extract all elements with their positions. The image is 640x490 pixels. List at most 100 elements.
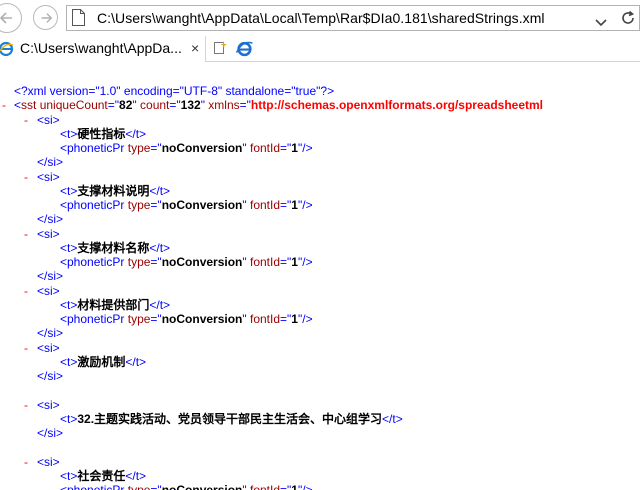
string-text: 社会责任 <box>77 469 126 483</box>
string-text: 支撑材料说明 <box>77 184 150 198</box>
string-text: 32.主题实践活动、党员领导干部民主生活会、中心组学习 <box>77 412 383 426</box>
attr-value: noConversion <box>161 141 243 155</box>
attr-value: 1 <box>291 141 298 155</box>
t-open-tag: <t> <box>60 355 78 369</box>
address-bar-row: C:\Users\wanght\AppData\Local\Temp\Rar$D… <box>0 0 640 36</box>
xml-declaration: <?xml version="1.0" encoding="UTF-8" sta… <box>14 84 335 98</box>
si-close-line: </si> <box>37 426 63 440</box>
ie-tab-button[interactable] <box>233 37 255 59</box>
t-line: <t>材料提供部门</t> <box>60 298 170 312</box>
t-line: <t>支撑材料说明</t> <box>60 184 170 198</box>
attr-value: 82 <box>119 98 133 112</box>
phonetic-tag: <phoneticPr <box>60 255 125 269</box>
close-icon[interactable]: × <box>191 40 199 56</box>
attr-name: fontId <box>249 198 281 212</box>
si-open-tag: <si> <box>37 341 60 355</box>
phonetic-tag: <phoneticPr <box>60 198 125 212</box>
t-close-tag: </t> <box>149 184 171 198</box>
tab-active[interactable]: C:\Users\wanght\AppDa... × <box>0 36 206 62</box>
attr-name: type <box>127 255 151 269</box>
phonetic-tag: <phoneticPr <box>60 483 125 490</box>
t-line: <t>激励机制</t> <box>60 355 146 369</box>
t-open-tag: <t> <box>60 184 78 198</box>
t-open-tag: <t> <box>60 298 78 312</box>
address-text[interactable]: C:\Users\wanght\AppData\Local\Temp\Rar$D… <box>97 10 545 26</box>
phonetic-tag: <phoneticPr <box>60 141 125 155</box>
back-button[interactable] <box>0 3 22 33</box>
attr-value: 1 <box>291 312 298 326</box>
tag-bracket: /> <box>302 255 313 269</box>
attr-name: fontId <box>249 141 281 155</box>
address-box[interactable]: C:\Users\wanght\AppData\Local\Temp\Rar$D… <box>66 5 640 31</box>
collapse-toggle[interactable]: - <box>24 227 28 241</box>
attr-name: xmlns <box>208 98 240 112</box>
arrow-right-icon <box>41 12 52 23</box>
attr-name: fontId <box>249 255 281 269</box>
tag-bracket: /> <box>302 198 313 212</box>
forward-button[interactable] <box>33 5 58 30</box>
t-line: <t>支撑材料名称</t> <box>60 241 170 255</box>
t-close-tag: </t> <box>125 469 147 483</box>
si-open-tag: <si> <box>37 398 60 412</box>
t-line: <t>社会责任</t> <box>60 469 146 483</box>
attr-name: type <box>127 483 151 490</box>
chevron-down-icon[interactable] <box>595 14 607 32</box>
si-open-tag: <si> <box>37 170 60 184</box>
arrow-left-icon <box>0 12 12 24</box>
string-text: 激励机制 <box>77 355 126 369</box>
si-open-tag: <si> <box>37 227 60 241</box>
collapse-toggle[interactable]: - <box>24 284 28 298</box>
attr-name: type <box>127 312 151 326</box>
string-text: 材料提供部门 <box>77 298 150 312</box>
attr-value: noConversion <box>161 255 243 269</box>
attr-name: type <box>127 198 151 212</box>
si-close-tag: </si> <box>37 369 64 383</box>
attr-value: http://schemas.openxmlformats.org/spread… <box>250 98 543 112</box>
attr-name: count <box>140 98 170 112</box>
si-open-tag: <si> <box>37 455 60 469</box>
t-open-tag: <t> <box>60 241 78 255</box>
collapse-toggle[interactable]: - <box>24 341 28 355</box>
internet-explorer-icon <box>235 41 253 56</box>
t-open-tag: <t> <box>60 412 78 426</box>
si-close-tag: </si> <box>37 269 64 283</box>
t-close-tag: </t> <box>149 298 171 312</box>
collapse-toggle[interactable]: - <box>24 113 28 127</box>
attr-value: 1 <box>291 255 298 269</box>
attr-name: fontId <box>249 312 281 326</box>
refresh-icon[interactable] <box>619 9 637 32</box>
t-close-tag: </t> <box>382 412 403 426</box>
si-close-tag: </si> <box>37 426 64 440</box>
si-close-line: </si> <box>37 326 63 340</box>
t-open-tag: <t> <box>60 127 78 141</box>
tab-bar: C:\Users\wanght\AppDa... × <box>0 36 640 62</box>
attr-value: 1 <box>291 483 298 490</box>
phonetic-tag: <phoneticPr <box>60 312 125 326</box>
tag-bracket: /> <box>302 141 313 155</box>
tag-bracket: /> <box>302 483 313 490</box>
attr-value: noConversion <box>161 312 243 326</box>
collapse-toggle[interactable]: - <box>24 455 28 469</box>
t-close-tag: </t> <box>125 355 147 369</box>
new-tab-icon <box>214 41 227 54</box>
si-close-line: </si> <box>37 155 63 169</box>
collapse-toggle[interactable]: - <box>2 98 6 112</box>
collapse-toggle[interactable]: - <box>24 170 28 184</box>
phonetic-line: <phoneticPr type="noConversion" fontId="… <box>60 198 313 212</box>
new-tab-button[interactable] <box>209 37 231 59</box>
tag-bracket: /> <box>302 312 313 326</box>
attr-value: noConversion <box>161 483 243 490</box>
si-close-line: </si> <box>37 269 63 283</box>
phonetic-line: <phoneticPr type="noConversion" fontId="… <box>60 312 313 326</box>
attr-name: type <box>127 141 151 155</box>
collapse-toggle[interactable]: - <box>24 398 28 412</box>
attr-value: noConversion <box>161 198 243 212</box>
si-close-tag: </si> <box>37 212 64 226</box>
t-open-tag: <t> <box>60 469 78 483</box>
attr-name: fontId <box>249 483 281 490</box>
phonetic-line: <phoneticPr type="noConversion" fontId="… <box>60 255 313 269</box>
phonetic-line: <phoneticPr type="noConversion" fontId="… <box>60 141 313 155</box>
tag-name: sst <box>21 98 37 112</box>
t-close-tag: </t> <box>149 241 171 255</box>
attr-value: 1 <box>291 198 298 212</box>
